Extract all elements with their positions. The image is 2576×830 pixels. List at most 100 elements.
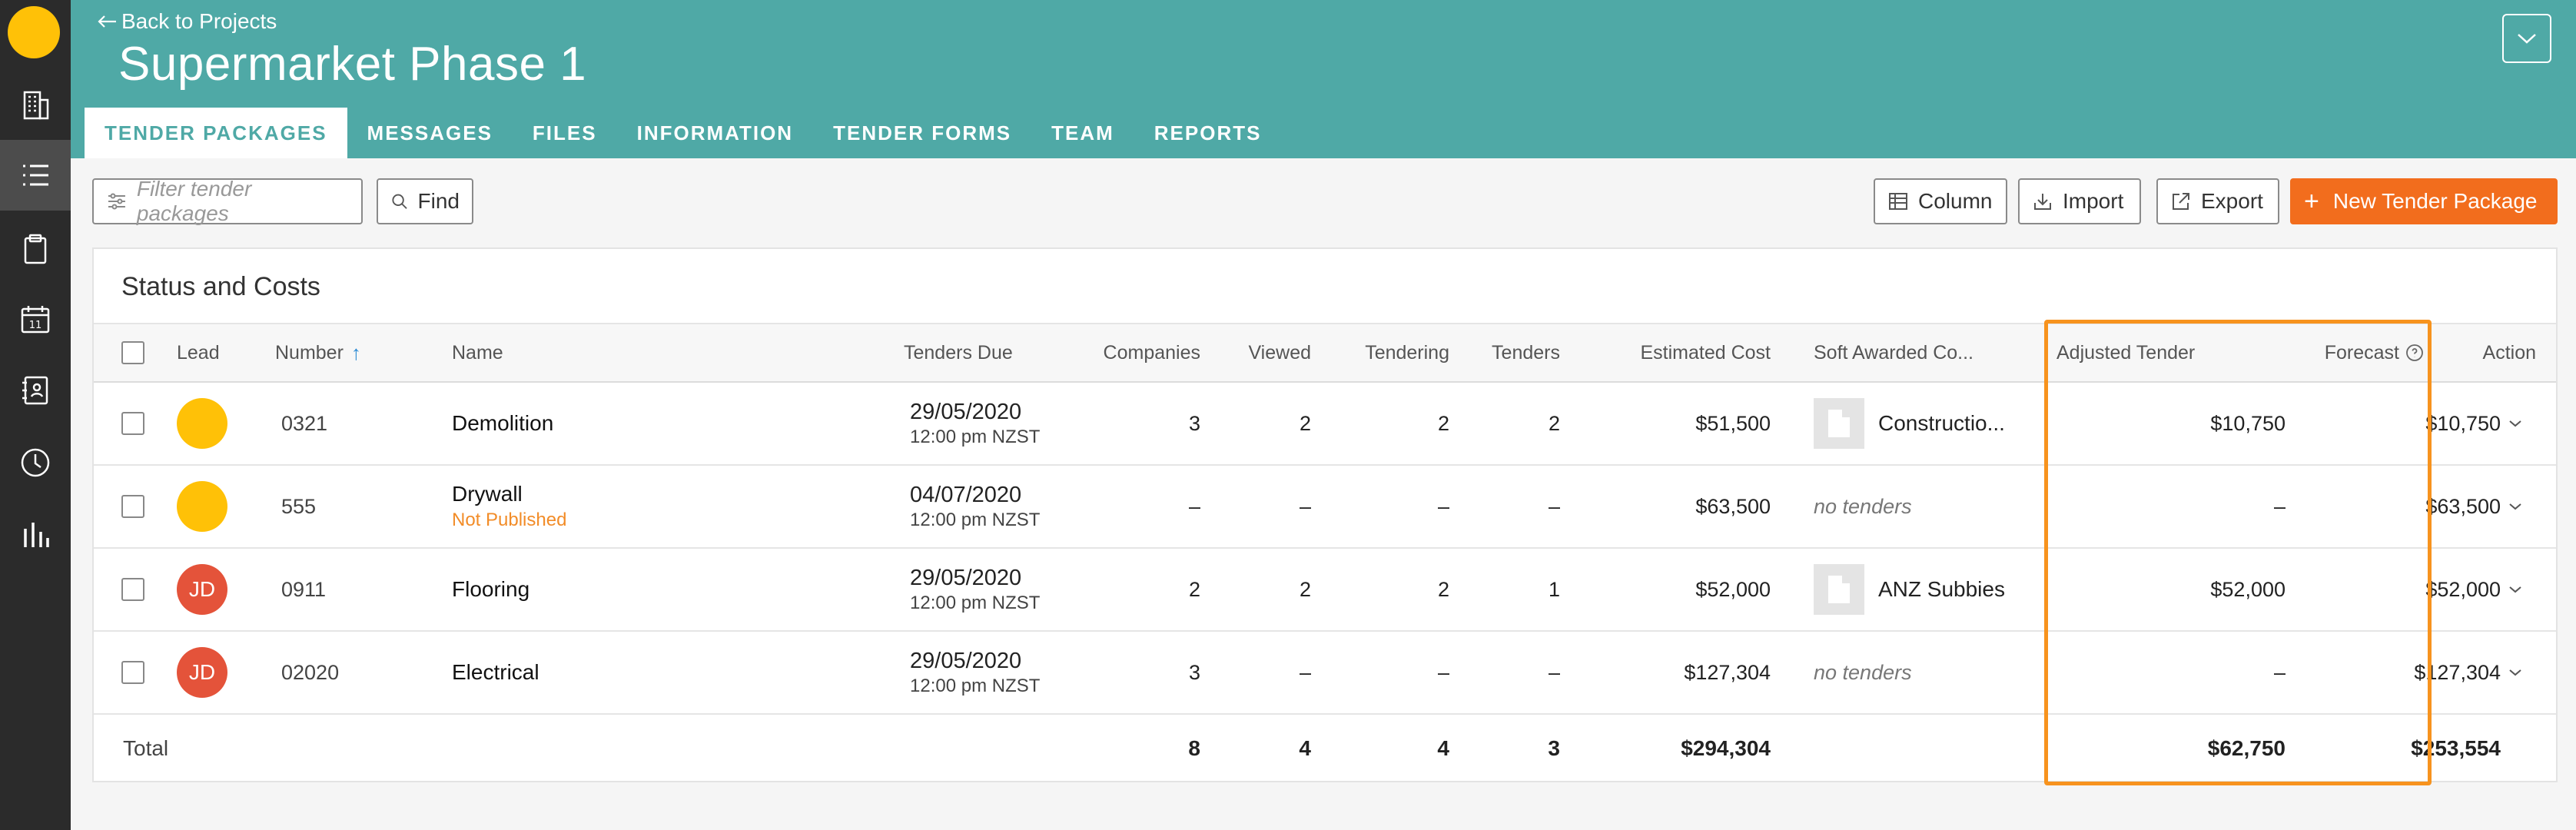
row-adjusted: $52,000 <box>2210 577 2286 601</box>
sort-ascending-icon: ↑ <box>350 340 361 364</box>
row-due-cell: 29/05/2020 12:00 pm NZST <box>910 383 1040 464</box>
company-name: Constructio... <box>1878 411 2005 435</box>
col-tendering[interactable]: Tendering <box>1339 324 1449 381</box>
new-tender-package-label: New Tender Package <box>2332 189 2538 213</box>
col-tenders-due[interactable]: Tenders Due <box>904 324 1013 381</box>
company-logo-placeholder <box>1814 398 1864 449</box>
project-tabs: TENDER PACKAGES MESSAGES FILES INFORMATI… <box>85 108 1281 158</box>
col-lead[interactable]: Lead <box>177 324 220 381</box>
filter-sliders-icon <box>108 193 125 210</box>
tab-information[interactable]: INFORMATION <box>617 108 814 158</box>
tab-team[interactable]: TEAM <box>1031 108 1134 158</box>
col-estimated-cost[interactable]: Estimated Cost <box>1585 324 1771 381</box>
clipboard-icon[interactable] <box>0 214 71 284</box>
project-menu-dropdown[interactable] <box>2502 14 2551 63</box>
calendar-icon[interactable]: 11 <box>0 284 71 355</box>
tab-messages[interactable]: MESSAGES <box>347 108 513 158</box>
clock-icon[interactable] <box>0 427 71 498</box>
package-name[interactable]: Demolition <box>452 411 553 436</box>
row-number: 555 <box>281 494 317 518</box>
col-forecast[interactable]: Forecast <box>2215 324 2424 381</box>
chevron-down-icon <box>2509 586 2521 593</box>
building-icon[interactable] <box>0 69 71 140</box>
avatar[interactable]: JD <box>177 647 227 698</box>
row-name-cell[interactable]: Electrical <box>452 632 539 713</box>
table-row[interactable]: JD 02020 Electrical 29/05/2020 12:00 pm … <box>94 632 2556 715</box>
package-name[interactable]: Drywall <box>452 482 523 506</box>
app-logo[interactable] <box>8 6 60 58</box>
column-button[interactable]: Column <box>1874 178 2007 224</box>
row-number: 0911 <box>281 577 327 601</box>
tab-files[interactable]: FILES <box>513 108 617 158</box>
import-button[interactable]: Import <box>2018 178 2141 224</box>
row-viewed: – <box>1299 494 1311 518</box>
row-name-cell[interactable]: Drywall Not Published <box>452 466 566 547</box>
total-companies: 8 <box>1188 736 1200 760</box>
tab-reports[interactable]: REPORTS <box>1134 108 1282 158</box>
row-awarded-company[interactable]: Constructio... <box>1814 383 2005 464</box>
row-estimated: $127,304 <box>1684 660 1771 684</box>
back-to-projects-link[interactable]: Back to Projects <box>97 9 277 34</box>
select-all-checkbox[interactable] <box>121 324 144 381</box>
row-awarded-company[interactable]: ANZ Subbies <box>1814 549 2005 630</box>
row-action-dropdown[interactable] <box>2507 383 2524 464</box>
back-label: Back to Projects <box>121 9 277 33</box>
chevron-down-icon <box>2509 669 2521 676</box>
new-tender-package-button[interactable]: + New Tender Package <box>2290 178 2558 224</box>
row-action-dropdown[interactable] <box>2507 466 2524 547</box>
row-forecast: $63,500 <box>2425 494 2501 518</box>
building-icon <box>1828 410 1850 437</box>
total-estimated: $294,304 <box>1681 736 1771 760</box>
row-name-cell[interactable]: Demolition <box>452 383 553 464</box>
bar-chart-icon[interactable] <box>0 500 71 570</box>
col-soft-awarded[interactable]: Soft Awarded Co... <box>1814 324 1973 381</box>
chevron-down-icon <box>2509 503 2521 510</box>
search-icon <box>392 194 407 209</box>
row-action-dropdown[interactable] <box>2507 632 2524 713</box>
address-book-icon[interactable] <box>0 355 71 426</box>
col-viewed[interactable]: Viewed <box>1223 324 1311 381</box>
total-tendering: 4 <box>1437 736 1449 760</box>
col-companies[interactable]: Companies <box>1062 324 1200 381</box>
chevron-down-icon <box>2509 420 2521 427</box>
avatar[interactable] <box>177 481 227 532</box>
status-and-costs-card: Status and Costs Lead Number ↑ Name Tend… <box>92 247 2558 782</box>
package-name[interactable]: Flooring <box>452 577 529 602</box>
total-tenders: 3 <box>1548 736 1560 760</box>
col-adjusted-tender[interactable]: Adjusted Tender <box>2056 324 2195 381</box>
due-time: 12:00 pm NZST <box>910 509 1041 530</box>
col-tenders[interactable]: Tenders <box>1469 324 1560 381</box>
import-icon <box>2034 194 2051 210</box>
row-checkbox[interactable] <box>121 383 144 464</box>
col-number[interactable]: Number ↑ <box>275 324 361 381</box>
row-checkbox[interactable] <box>121 466 144 547</box>
tab-tender-forms[interactable]: TENDER FORMS <box>813 108 1031 158</box>
package-name[interactable]: Electrical <box>452 660 539 685</box>
avatar[interactable]: JD <box>177 564 227 615</box>
column-label: Column <box>1918 189 1993 213</box>
row-viewed: – <box>1299 660 1311 684</box>
avatar[interactable] <box>177 398 227 449</box>
help-icon[interactable] <box>2405 344 2424 362</box>
company-logo-placeholder <box>1814 564 1864 615</box>
find-button[interactable]: Find <box>377 178 473 224</box>
table-row[interactable]: 0321 Demolition 29/05/2020 12:00 pm NZST… <box>94 383 2556 466</box>
total-forecast: $253,554 <box>2411 736 2501 760</box>
table-row[interactable]: 555 Drywall Not Published 04/07/2020 12:… <box>94 466 2556 549</box>
row-checkbox[interactable] <box>121 549 144 630</box>
filter-input[interactable]: Filter tender packages <box>92 177 363 225</box>
row-action-dropdown[interactable] <box>2507 549 2524 630</box>
due-time: 12:00 pm NZST <box>910 675 1041 696</box>
list-icon[interactable] <box>0 140 71 211</box>
row-checkbox[interactable] <box>121 632 144 713</box>
row-name-cell[interactable]: Flooring <box>452 549 529 630</box>
row-tendering: 2 <box>1437 411 1449 435</box>
row-companies: 2 <box>1188 577 1200 601</box>
col-name[interactable]: Name <box>452 324 503 381</box>
col-number-label: Number <box>275 341 344 364</box>
project-header: Back to Projects Supermarket Phase 1 TEN… <box>71 0 2576 158</box>
tab-tender-packages[interactable]: TENDER PACKAGES <box>85 108 347 158</box>
table-row[interactable]: JD 0911 Flooring 29/05/2020 12:00 pm NZS… <box>94 549 2556 632</box>
export-button[interactable]: Export <box>2156 178 2279 224</box>
import-label: Import <box>2063 189 2124 213</box>
